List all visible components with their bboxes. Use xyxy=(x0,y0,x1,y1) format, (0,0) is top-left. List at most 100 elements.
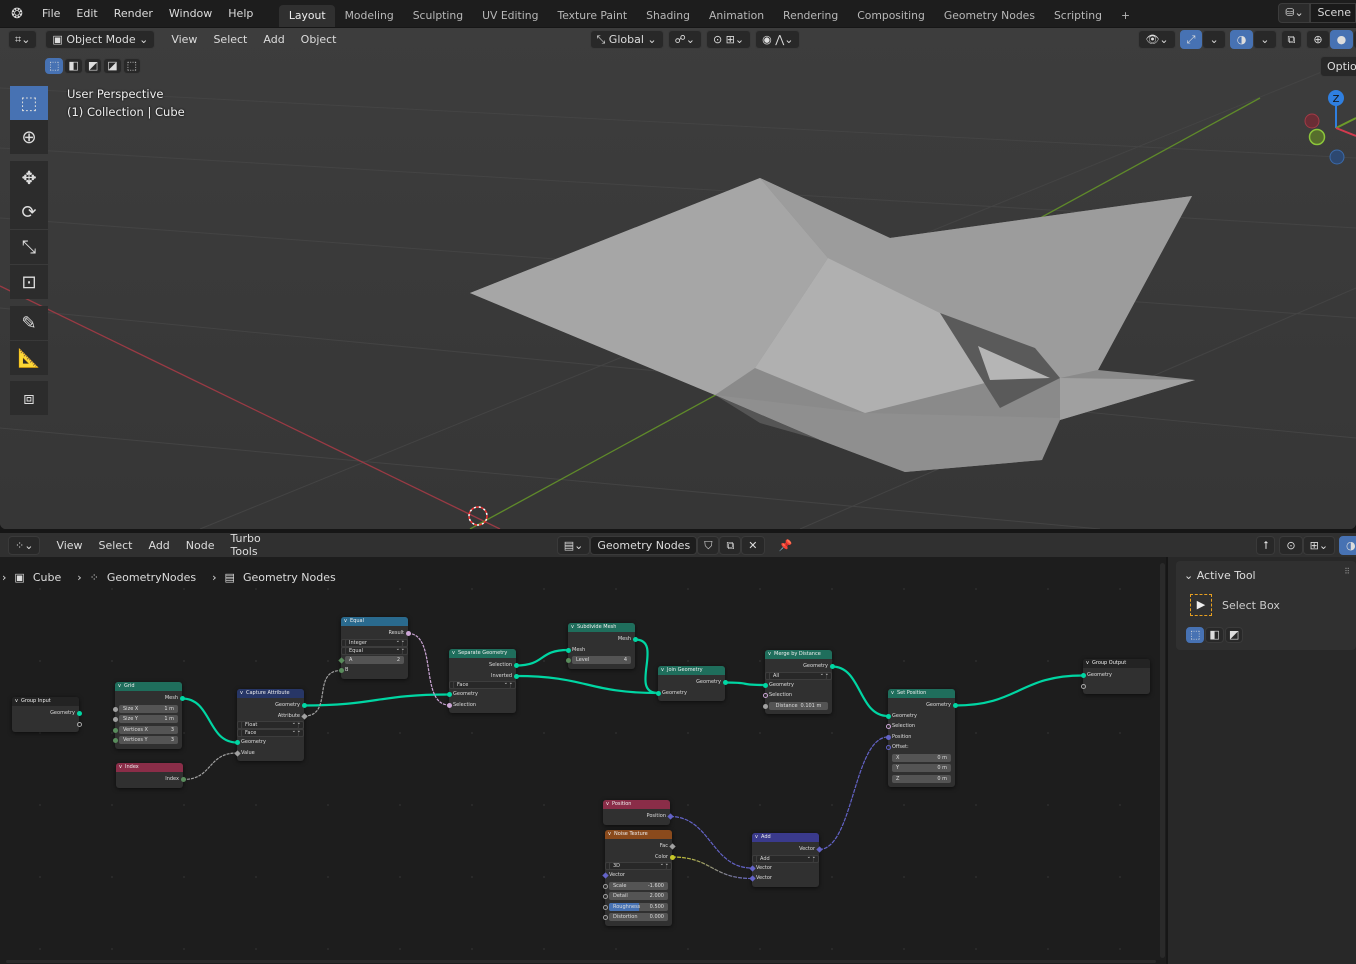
node-equal[interactable]: EqualResultIntegerEqualA2B xyxy=(337,617,411,679)
node-socket[interactable] xyxy=(112,738,118,743)
pin-icon[interactable]: 📌 xyxy=(771,539,801,552)
node-value-field[interactable]: Size X 1 m xyxy=(119,704,178,713)
node-socket[interactable] xyxy=(722,680,728,685)
node-tree-browse-button[interactable]: ▤⌄ xyxy=(556,535,591,555)
close-icon[interactable]: ✕ xyxy=(741,535,765,555)
node-dropdown[interactable]: All xyxy=(769,671,827,680)
node-link[interactable] xyxy=(303,693,450,707)
node-socket[interactable] xyxy=(180,777,186,782)
drag-handle-icon[interactable]: ⠿ xyxy=(1344,567,1350,576)
node-socket[interactable] xyxy=(632,637,638,642)
blender-logo-icon[interactable]: ❂ xyxy=(0,6,34,22)
overlay-toggle[interactable]: ◑ xyxy=(1229,29,1254,49)
node-add[interactable]: AddVectorAddVectorVector xyxy=(748,833,823,887)
node-socket[interactable] xyxy=(76,721,82,727)
node-socket[interactable] xyxy=(112,717,118,722)
node-link[interactable] xyxy=(671,856,753,880)
node-link[interactable] xyxy=(954,674,1084,707)
node-join-geometry[interactable]: Join Geometry Geometry Geometry xyxy=(655,666,728,701)
node-socket[interactable] xyxy=(338,668,344,673)
node-value-field[interactable]: Z 0 m xyxy=(892,774,951,783)
node-socket[interactable] xyxy=(668,843,676,850)
scene-name[interactable]: Scene xyxy=(1310,3,1356,23)
node-socket[interactable] xyxy=(762,703,768,709)
3d-viewport[interactable]: Z ⌗⌄ ▣ Object Mode ⌄ View Select Add Obj… xyxy=(0,28,1356,529)
tool-rotate-icon[interactable]: ⟳ xyxy=(10,195,48,229)
node-value-field[interactable]: A2 xyxy=(345,655,404,664)
node-capture-attribute[interactable]: Capture Attribute Geometry AttributeFloatF… xyxy=(233,689,308,761)
node-value-field[interactable]: Size Y 1 m xyxy=(119,715,178,724)
node-menu-select[interactable]: Select xyxy=(91,539,141,552)
select-subtract-icon[interactable]: ◩ xyxy=(1224,627,1244,643)
workspace-tab-uv-editing[interactable]: UV Editing xyxy=(473,5,548,27)
tool-transform-icon[interactable]: ⊡ xyxy=(10,265,48,299)
editor-type-button[interactable]: ⌗⌄ xyxy=(8,29,38,49)
visibility-button[interactable]: 👁⌄ xyxy=(1138,29,1176,49)
node-header[interactable]: Grid xyxy=(115,682,182,691)
overlay-toggle[interactable]: ◑ xyxy=(1339,535,1356,555)
node-value-field[interactable]: Vertices Y 3 xyxy=(119,736,178,745)
node-socket[interactable] xyxy=(655,690,661,696)
node-socket[interactable] xyxy=(601,872,609,879)
menu-select[interactable]: Select xyxy=(205,33,255,46)
node-value-field[interactable]: Vertices X 3 xyxy=(119,725,178,734)
workspace-tab-rendering[interactable]: Rendering xyxy=(774,5,848,27)
panel-header[interactable]: ⌄ Active Tool xyxy=(1184,569,1256,582)
node-socket[interactable] xyxy=(829,664,835,669)
node-socket[interactable] xyxy=(233,749,241,757)
node-value-field[interactable]: Distortion 0.000 xyxy=(609,913,668,922)
node-dropdown[interactable]: Face xyxy=(241,728,299,737)
node-link[interactable] xyxy=(669,815,753,869)
node-socket[interactable] xyxy=(1080,683,1086,689)
menu-object[interactable]: Object xyxy=(293,33,345,46)
node-header[interactable]: Capture Attribute xyxy=(237,689,304,698)
menu-add[interactable]: Add xyxy=(255,33,292,46)
node-socket[interactable] xyxy=(885,713,891,719)
pivot-point-button[interactable]: ☍⌄ xyxy=(667,29,702,49)
node-dropdown[interactable]: Equal xyxy=(345,646,403,655)
node-socket[interactable] xyxy=(565,647,571,653)
editor-type-button[interactable]: ⁘⌄ xyxy=(8,535,41,555)
node-group-input[interactable]: Group Input Geometry xyxy=(12,697,82,732)
node-socket[interactable] xyxy=(76,711,82,716)
node-socket[interactable] xyxy=(112,706,118,712)
options-button[interactable]: Options xyxy=(1320,56,1356,77)
gizmo-dropdown[interactable]: ⌄ xyxy=(1202,29,1226,49)
node-socket[interactable] xyxy=(885,734,891,740)
workspace-tab-animation[interactable]: Animation xyxy=(700,5,774,27)
workspace-tab-layout[interactable]: Layout xyxy=(279,5,336,27)
node-value-field[interactable]: Level 4 xyxy=(572,656,631,665)
select-extend-icon[interactable]: ◧ xyxy=(64,58,83,74)
overlay-dropdown[interactable]: ⌄ xyxy=(1253,29,1277,49)
menu-view[interactable]: View xyxy=(163,33,205,46)
breadcrumb-tree[interactable]: Geometry Nodes xyxy=(243,571,336,584)
snap-button[interactable]: ⊙ ⊞⌄ xyxy=(705,29,752,49)
node-link[interactable] xyxy=(634,638,659,695)
node-link[interactable] xyxy=(181,697,238,744)
snap-icon[interactable]: ⊙ xyxy=(1279,535,1303,555)
menu-file[interactable]: File xyxy=(34,7,68,20)
node-socket[interactable] xyxy=(885,724,891,729)
proportional-edit-button[interactable]: ◉ ⋀⌄ xyxy=(755,29,801,49)
node-socket[interactable] xyxy=(301,703,307,708)
transform-orientation-dropdown[interactable]: ⤡ Global ⌄ xyxy=(589,29,664,49)
select-extend-icon[interactable]: ◧ xyxy=(1205,627,1224,643)
node-header[interactable]: Index xyxy=(116,763,183,772)
tool-scale-icon[interactable]: ⤡ xyxy=(10,230,48,264)
add-workspace-button[interactable]: + xyxy=(1111,5,1139,27)
node-socket[interactable] xyxy=(602,904,608,910)
node-socket[interactable] xyxy=(762,693,768,698)
select-invert-icon[interactable]: ◪ xyxy=(103,58,122,74)
node-separate-geometry[interactable]: Separate Geometry Selection InvertedFace Ge… xyxy=(446,649,519,713)
node-socket[interactable] xyxy=(666,813,674,820)
node-dropdown[interactable]: Add xyxy=(756,854,814,863)
node-header[interactable]: Group Input xyxy=(12,697,79,706)
node-socket[interactable] xyxy=(748,864,756,872)
workspace-tab-texture-paint[interactable]: Texture Paint xyxy=(548,5,637,27)
select-intersect-icon[interactable]: ⬚ xyxy=(122,58,142,74)
node-socket[interactable] xyxy=(815,846,823,853)
node-group-output[interactable]: Group Output Geometry xyxy=(1080,659,1150,694)
node-socket[interactable] xyxy=(112,727,118,733)
select-subtract-icon[interactable]: ◩ xyxy=(83,58,103,74)
tool-annotate-icon[interactable]: ✎ xyxy=(10,306,48,340)
